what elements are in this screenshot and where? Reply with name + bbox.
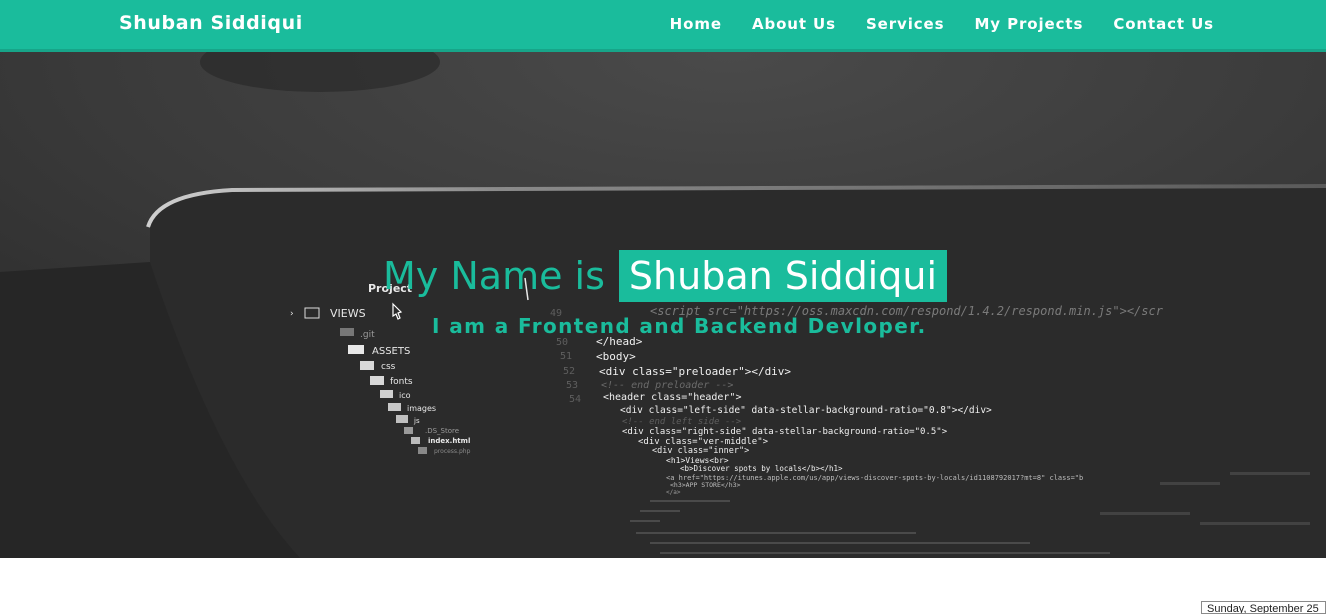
tree-item: ico xyxy=(399,391,411,400)
code-line: <div class="inner"> xyxy=(652,446,749,456)
hero-section: Project › VIEWS .git ASSETS css fonts ic… xyxy=(0,52,1326,558)
nav-link-contact-us[interactable]: Contact Us xyxy=(1113,15,1214,33)
tree-views-label: VIEWS xyxy=(330,307,366,320)
tree-item: fonts xyxy=(390,377,413,387)
hero-subtitle: I am a Frontend and Backend Devloper. xyxy=(432,314,927,338)
tree-item: css xyxy=(381,362,396,372)
code-line: <!-- end preloader --> xyxy=(601,380,733,391)
tree-item: ASSETS xyxy=(372,346,410,357)
code-line: <b>Discover spots by locals</b></h1> xyxy=(680,464,843,473)
svg-text:›: › xyxy=(290,309,294,319)
code-line: <h3>APP STORE</h3> xyxy=(670,481,741,489)
line-number: 52 xyxy=(563,366,575,377)
line-number: 51 xyxy=(560,351,572,362)
tree-item: .git xyxy=(360,330,375,340)
navbar: Shuban Siddiqui Home About Us Services M… xyxy=(0,0,1326,52)
nav-link-my-projects[interactable]: My Projects xyxy=(974,15,1083,33)
hero-background-image: Project › VIEWS .git ASSETS css fonts ic… xyxy=(0,52,1326,558)
content-area xyxy=(0,558,1326,614)
hero-title-name: Shuban Siddiqui xyxy=(618,250,948,302)
code-line: <!-- end left side --> xyxy=(622,417,742,427)
line-number: 53 xyxy=(566,380,578,391)
code-line: <div class="preloader"></div> xyxy=(599,365,791,378)
tree-item: index.html xyxy=(428,437,470,445)
nav-link-home[interactable]: Home xyxy=(670,15,722,33)
tree-item: .DS_Store xyxy=(425,427,459,435)
hero-title: My Name is Shuban Siddiqui xyxy=(383,250,948,302)
code-line: <div class="right-side" data-stellar-bac… xyxy=(622,427,948,437)
date-display: Sunday, September 25 xyxy=(1201,601,1326,614)
line-number: 54 xyxy=(569,394,581,405)
code-line: <div class="left-side" data-stellar-back… xyxy=(620,405,992,416)
tree-item: images xyxy=(407,404,436,413)
code-line: <body> xyxy=(596,350,636,363)
code-line: </a> xyxy=(666,489,681,496)
code-line: <header class="header"> xyxy=(603,392,741,403)
hero-title-lead: My Name is xyxy=(383,254,605,298)
nav-link-services[interactable]: Services xyxy=(866,15,945,33)
nav-links: Home About Us Services My Projects Conta… xyxy=(670,15,1214,33)
brand-logo[interactable]: Shuban Siddiqui xyxy=(119,12,303,34)
line-number: 50 xyxy=(556,337,568,348)
nav-link-about-us[interactable]: About Us xyxy=(752,15,836,33)
tree-item: process.php xyxy=(434,448,471,455)
tree-item: js xyxy=(413,417,420,425)
